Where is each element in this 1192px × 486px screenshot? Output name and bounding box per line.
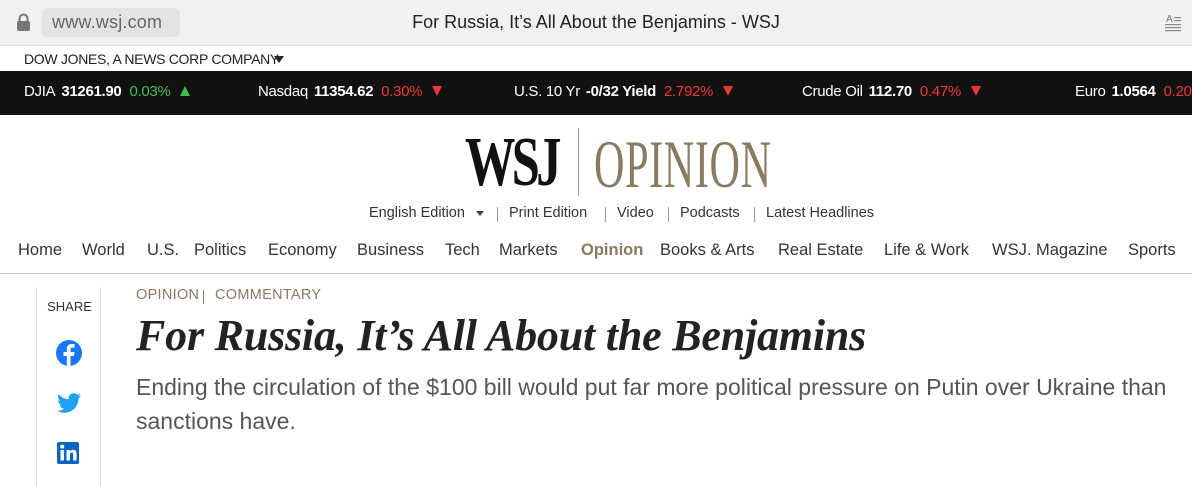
nav-economy[interactable]: Economy <box>268 241 337 260</box>
ticker-item-djia[interactable]: DJIA 31261.90 0.03% <box>24 83 191 100</box>
linkedin-icon[interactable] <box>55 439 83 467</box>
down-arrow-icon <box>722 86 733 96</box>
browser-bar: www.wsj.com For Russia, It’s All About t… <box>0 0 1192 46</box>
flashline-divider <box>203 290 204 304</box>
video-link[interactable]: Video <box>617 205 654 221</box>
nav-books-arts[interactable]: Books & Arts <box>660 241 754 260</box>
divider <box>605 207 606 222</box>
flashline-opinion[interactable]: OPINION <box>136 287 199 303</box>
share-label: SHARE <box>47 299 92 314</box>
edition-bar: English Edition Print Edition Video Podc… <box>0 205 1192 225</box>
up-arrow-icon <box>180 86 191 96</box>
ticker-item-crude[interactable]: Crude Oil 112.70 0.47% <box>802 83 981 100</box>
twitter-icon[interactable] <box>55 389 83 417</box>
nav-politics[interactable]: Politics <box>194 241 246 260</box>
ticker-name: U.S. 10 Yr <box>514 83 580 100</box>
nav-tech[interactable]: Tech <box>445 241 480 260</box>
caret-down-icon[interactable] <box>476 211 484 216</box>
ticker-value: 11354.62 <box>313 83 374 100</box>
nav-wsj-magazine[interactable]: WSJ. Magazine <box>992 241 1108 260</box>
nav-us[interactable]: U.S. <box>147 241 179 260</box>
section-nav: Home World U.S. Politics Economy Busines… <box>0 240 1192 274</box>
caret-down-icon[interactable] <box>274 56 284 63</box>
ticker-change: 0.30% <box>381 83 423 100</box>
nav-world[interactable]: World <box>82 241 125 260</box>
ticker-value: 31261.90 <box>61 83 122 100</box>
down-arrow-icon <box>970 86 981 96</box>
nav-markets[interactable]: Markets <box>499 241 558 260</box>
ticker-change: 2.792% <box>664 83 714 100</box>
ticker-change: 0.47% <box>919 83 961 100</box>
ticker-value: 112.70 <box>868 83 913 100</box>
nav-life-work[interactable]: Life & Work <box>884 241 969 260</box>
divider <box>668 207 669 222</box>
ticker-item-euro[interactable]: Euro 1.0564 0.20 <box>1075 83 1192 100</box>
ticker-item-nasdaq[interactable]: Nasdaq 11354.62 0.30% <box>258 83 443 100</box>
masthead-divider <box>578 128 579 196</box>
article-headline: For Russia, It’s All About the Benjamins <box>136 311 867 360</box>
latest-headlines-link[interactable]: Latest Headlines <box>766 205 874 221</box>
nav-business[interactable]: Business <box>357 241 424 260</box>
nav-real-estate[interactable]: Real Estate <box>778 241 863 260</box>
wsj-logo[interactable]: WSJ <box>465 128 561 198</box>
market-ticker[interactable]: DJIA 31261.90 0.03% Nasdaq 11354.62 0.30% U.… <box>0 71 1192 115</box>
ticker-value: -0/32 Yield <box>585 83 656 100</box>
divider <box>497 207 498 222</box>
nav-home[interactable]: Home <box>18 241 62 260</box>
nav-sports[interactable]: Sports <box>1128 241 1176 260</box>
reader-mode-icon[interactable]: A <box>1164 13 1182 33</box>
opinion-section-title[interactable]: OPINION <box>594 130 772 198</box>
ticker-change: 0.20 <box>1163 83 1192 100</box>
dow-jones-label[interactable]: DOW JONES, A NEWS CORP COMPANY <box>24 51 279 67</box>
dow-jones-strip[interactable]: DOW JONES, A NEWS CORP COMPANY <box>0 47 1192 71</box>
ticker-name: Crude Oil <box>802 83 863 100</box>
share-rail: SHARE <box>36 287 101 486</box>
facebook-icon[interactable] <box>55 339 83 367</box>
ticker-value: 1.0564 <box>1111 83 1156 100</box>
flashline-commentary[interactable]: COMMENTARY <box>215 287 321 303</box>
svg-text:A: A <box>1166 14 1173 25</box>
down-arrow-icon <box>432 86 443 96</box>
article-dek: Ending the circulation of the $100 bill … <box>136 374 1167 434</box>
print-edition-link[interactable]: Print Edition <box>509 205 587 221</box>
ticker-item-10yr[interactable]: U.S. 10 Yr -0/32 Yield 2.792% <box>514 83 733 100</box>
ticker-name: DJIA <box>24 83 56 100</box>
ticker-change: 0.03% <box>129 83 171 100</box>
tab-title: For Russia, It’s All About the Benjamins… <box>412 12 780 32</box>
nav-opinion[interactable]: Opinion <box>581 241 643 260</box>
ticker-name: Nasdaq <box>258 83 308 100</box>
edition-selector[interactable]: English Edition <box>369 205 465 221</box>
ticker-name: Euro <box>1075 83 1106 100</box>
divider <box>754 207 755 222</box>
podcasts-link[interactable]: Podcasts <box>680 205 740 221</box>
